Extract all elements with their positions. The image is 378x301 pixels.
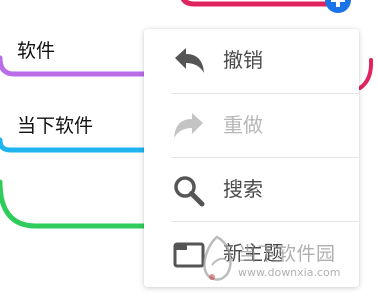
search-icon bbox=[172, 174, 206, 208]
menu-item-search[interactable]: 搜索 bbox=[144, 158, 359, 222]
context-menu: 撤销 重做 搜索 新主题 bbox=[144, 29, 359, 287]
mindmap-node-current-software[interactable]: 当下软件 bbox=[17, 117, 93, 136]
branch-right-edge bbox=[358, 58, 374, 90]
branch-top bbox=[180, 0, 329, 7]
menu-item-redo: 重做 bbox=[144, 94, 359, 158]
redo-icon bbox=[172, 110, 206, 144]
undo-icon bbox=[172, 45, 206, 79]
menu-item-search-label: 搜索 bbox=[223, 177, 263, 201]
menu-item-new-topic-label: 新主题 bbox=[223, 241, 283, 265]
add-node-button[interactable] bbox=[324, 0, 352, 14]
branch-current-software bbox=[0, 137, 153, 153]
menu-item-new-topic[interactable]: 新主题 bbox=[144, 222, 359, 286]
plus-icon bbox=[325, 0, 351, 13]
mindmap-node-software[interactable]: 软件 bbox=[17, 42, 55, 61]
new-topic-icon bbox=[172, 238, 206, 272]
menu-item-undo-label: 撤销 bbox=[223, 48, 263, 72]
menu-item-undo[interactable]: 撤销 bbox=[144, 29, 359, 93]
branch-bottom bbox=[0, 179, 153, 229]
mindmap-canvas[interactable]: 软件 当下软件 撤销 重做 搜索 新主题 当下软件园 www.downxia.c… bbox=[0, 0, 378, 301]
menu-item-redo-label: 重做 bbox=[223, 113, 263, 137]
